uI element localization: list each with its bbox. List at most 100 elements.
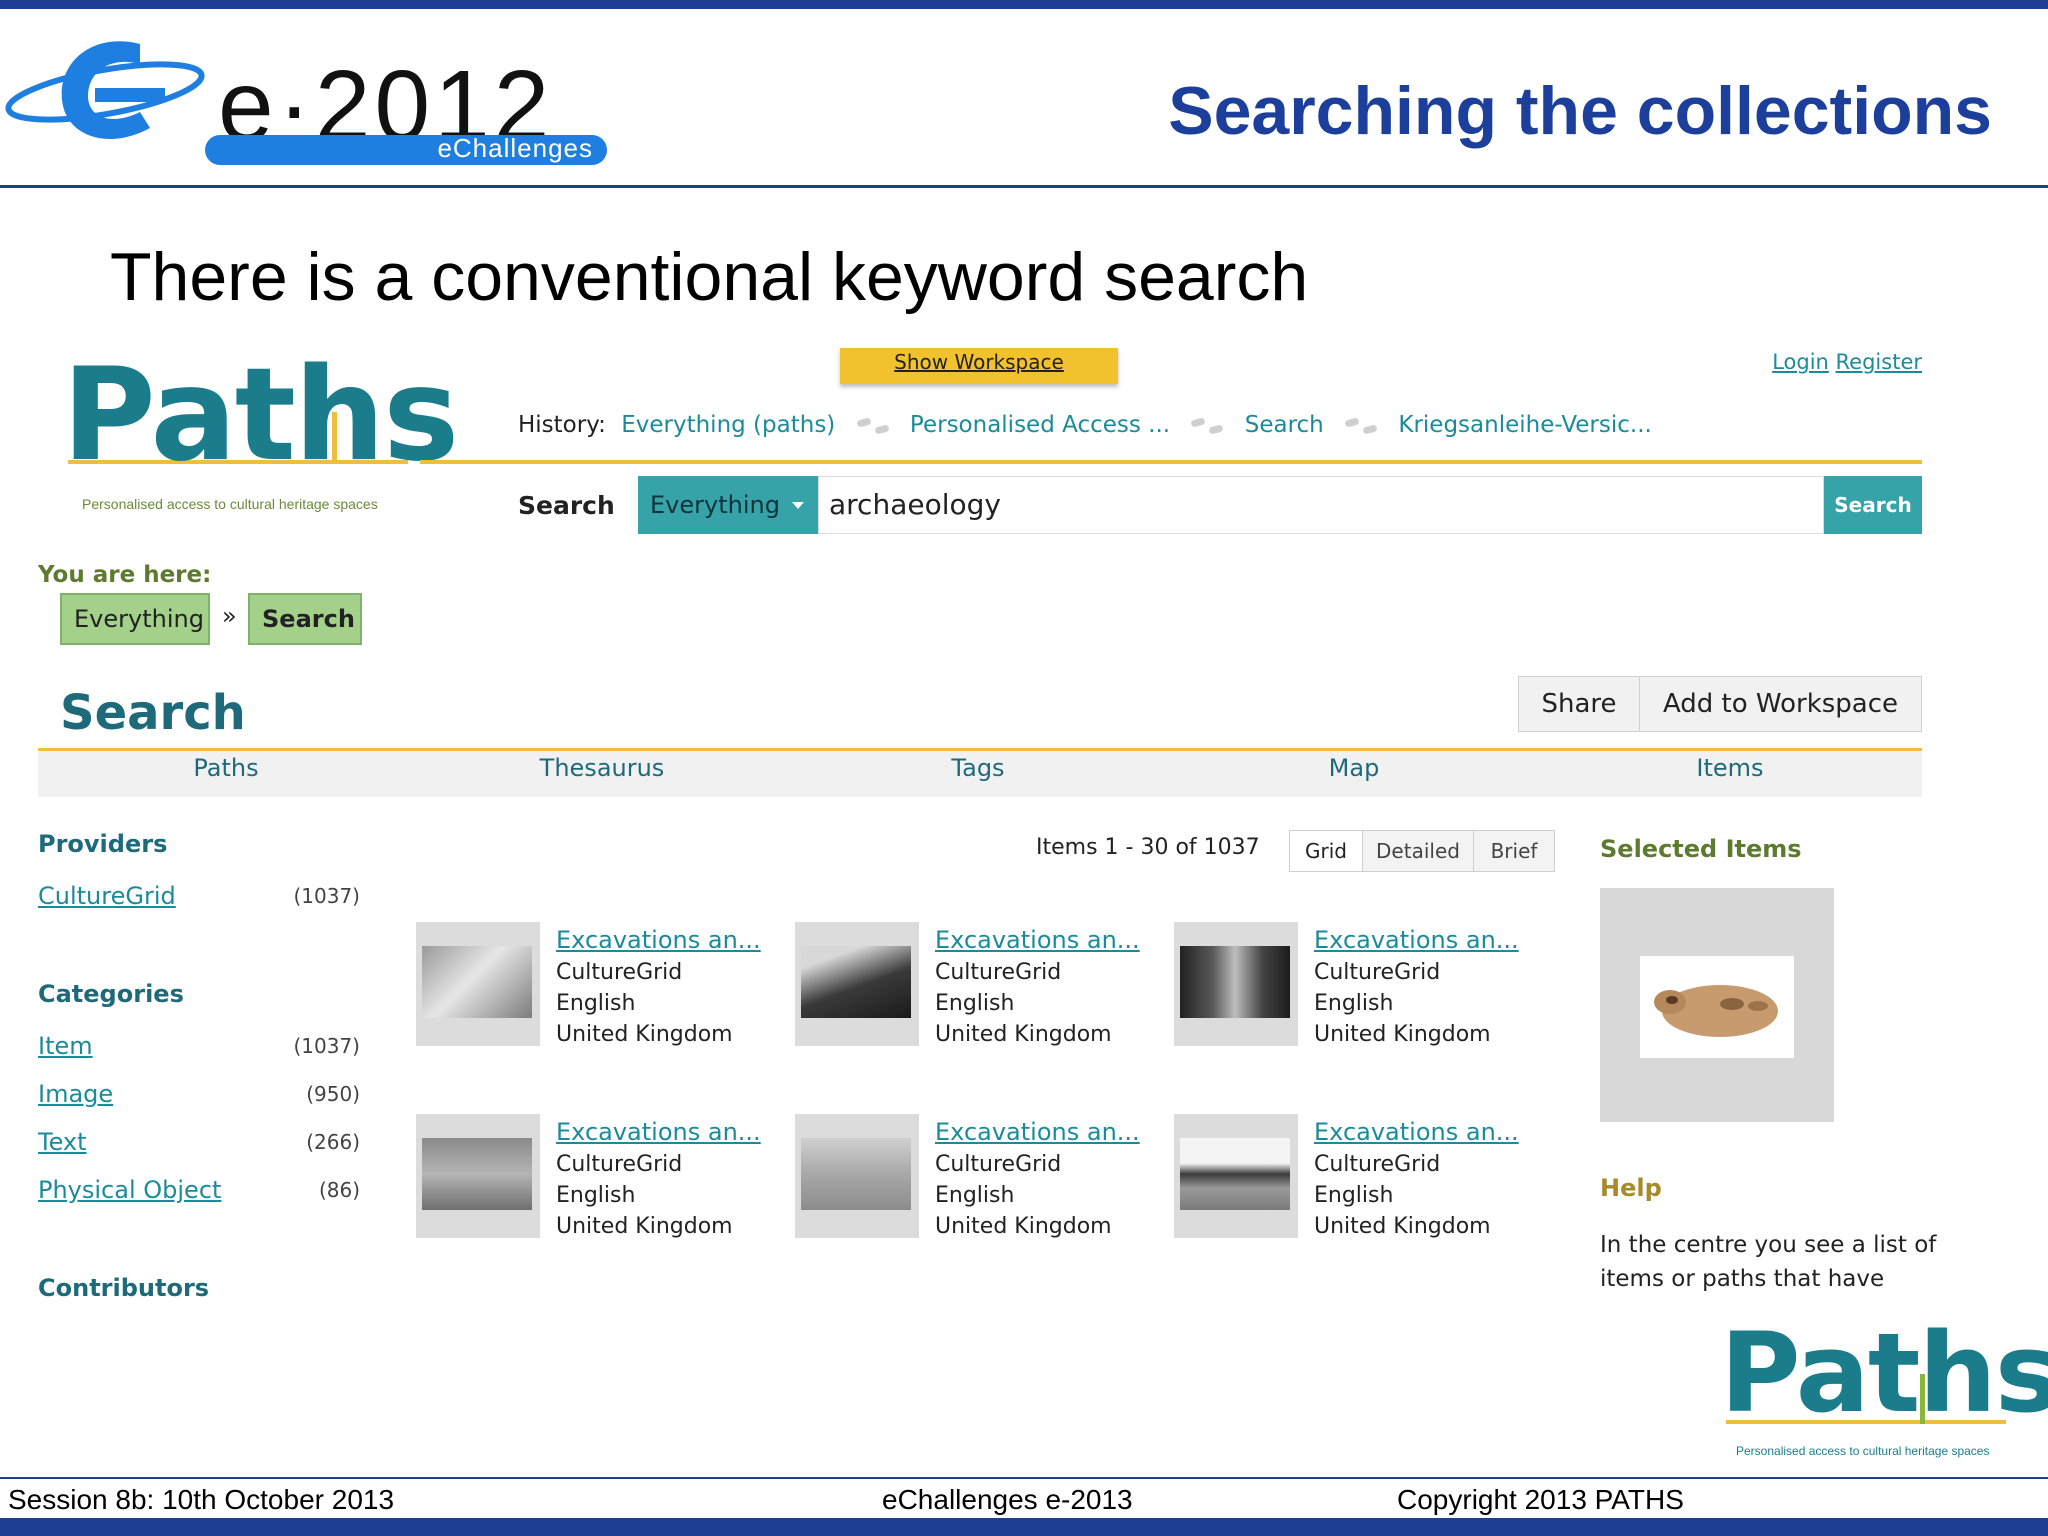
result-country: United Kingdom [556,1022,733,1047]
result-title[interactable]: Excavations an... [935,1118,1140,1146]
contributors-heading: Contributors [38,1274,210,1302]
view-brief-button[interactable]: Brief [1473,830,1555,872]
result-country: United Kingdom [935,1022,1112,1047]
help-text: In the centre you see a list of items or… [1600,1232,1937,1292]
login-link[interactable]: Login [1772,350,1829,374]
facet-link[interactable]: Image [38,1080,113,1108]
search-label: Search [518,491,615,520]
view-grid-button[interactable]: Grid [1289,830,1363,872]
result-provider: CultureGrid [1314,1152,1441,1177]
facet-link[interactable]: Physical Object [38,1176,221,1204]
footsteps-icon [1189,416,1229,435]
history-bar: History: Everything (paths) Personalised… [518,412,1660,438]
facet-count: (266) [306,1130,360,1154]
categories-heading: Categories [38,980,184,1008]
header-divider [0,185,2048,188]
breadcrumb-label: You are here: [38,562,212,588]
result-thumbnail[interactable] [1174,922,1298,1046]
slide-subtitle: There is a conventional keyword search [110,239,1309,315]
result-provider: CultureGrid [935,960,1062,985]
result-thumbnail[interactable] [416,922,540,1046]
result-country: United Kingdom [556,1214,733,1239]
scope-select-value: Everything [650,491,780,519]
header-gold-line [420,460,1922,464]
chevron-down-icon [792,502,804,509]
result-count: Items 1 - 30 of 1037 [1036,835,1260,860]
breadcrumb-item-everything[interactable]: Everything [60,593,210,645]
result-title[interactable]: Excavations an... [556,926,761,954]
result-thumbnail[interactable] [416,1114,540,1238]
result-language: English [556,991,636,1016]
add-to-workspace-button[interactable]: Add to Workspace [1639,676,1922,732]
history-item[interactable]: Everything (paths) [621,412,835,438]
share-button[interactable]: Share [1518,676,1640,732]
facet-count: (950) [306,1082,360,1106]
slide-title: Searching the collections [1168,73,1992,149]
result-country: United Kingdom [1314,1022,1491,1047]
breadcrumb-item-search[interactable]: Search [248,593,362,645]
result-title[interactable]: Excavations an... [1314,926,1519,954]
facet-link[interactable]: CultureGrid [38,882,176,910]
selected-item-image [1640,956,1794,1058]
oil-lamp-icon [1654,985,1778,1037]
result-thumbnail[interactable] [1174,1114,1298,1238]
footer-session: Session 8b: 10th October 2013 [8,1484,395,1515]
paths-logo-text: Paths [1720,1309,2048,1437]
result-country: United Kingdom [1314,1214,1491,1239]
help-heading: Help [1600,1174,1662,1202]
tab-items[interactable]: Items [1542,754,1918,782]
footer-event: eChallenges e-2013 [882,1484,1133,1515]
tab-map[interactable]: Map [1166,754,1542,782]
scope-select[interactable]: Everything [638,476,818,534]
facet-count: (1037) [293,1034,360,1058]
result-thumbnail[interactable] [795,1114,919,1238]
result-language: English [935,1183,1015,1208]
search-input[interactable]: archaeology [818,476,1824,534]
facet-link[interactable]: Item [38,1032,93,1060]
tab-thesaurus[interactable]: Thesaurus [414,754,790,782]
facet-count: (1037) [293,884,360,908]
tab-tags[interactable]: Tags [790,754,1166,782]
result-title[interactable]: Excavations an... [1314,1118,1519,1146]
paths-logo[interactable]: Paths Personalised access to cultural he… [62,352,459,513]
paths-logo-tagline: Personalised access to cultural heritage… [1736,1444,1990,1458]
account-links: Login Register [1772,350,1922,374]
paths-logo-footer: Paths Personalised access to cultural he… [1720,1318,2048,1458]
tab-paths[interactable]: Paths [38,754,414,782]
result-provider: CultureGrid [935,1152,1062,1177]
result-language: English [556,1183,636,1208]
result-title[interactable]: Excavations an... [935,926,1140,954]
paths-logo-text: Paths [62,341,459,490]
echallenges-emblem-icon [5,41,205,139]
facet-count: (86) [318,1178,360,1202]
top-border [0,0,2048,9]
paths-logo-tagline: Personalised access to cultural heritage… [82,496,378,512]
register-link[interactable]: Register [1836,350,1922,374]
search-button[interactable]: Search [1824,476,1922,534]
page-heading: Search [60,685,246,741]
selected-items-heading: Selected Items [1600,835,1802,863]
history-label: History: [518,412,606,438]
facet-link[interactable]: Text [38,1128,87,1156]
history-item[interactable]: Search [1245,412,1324,438]
selected-item-tile[interactable] [1600,888,1834,1122]
result-language: English [1314,991,1394,1016]
result-country: United Kingdom [935,1214,1112,1239]
view-detailed-button[interactable]: Detailed [1362,830,1474,872]
footer-copyright: Copyright 2013 PATHS [1397,1484,1684,1515]
footsteps-icon [855,416,895,435]
result-title[interactable]: Excavations an... [556,1118,761,1146]
bottom-border [0,1518,2048,1536]
history-item[interactable]: Kriegsanleihe-Versic... [1398,412,1651,438]
show-workspace-button[interactable]: Show Workspace [840,348,1118,384]
history-item[interactable]: Personalised Access ... [910,412,1170,438]
footer-divider [0,1477,2048,1479]
echallenges-brand: eChallenges [437,133,593,163]
result-language: English [935,991,1015,1016]
result-language: English [1314,1183,1394,1208]
providers-heading: Providers [38,830,168,858]
footsteps-icon [1343,416,1383,435]
result-provider: CultureGrid [556,1152,683,1177]
result-thumbnail[interactable] [795,922,919,1046]
result-provider: CultureGrid [556,960,683,985]
